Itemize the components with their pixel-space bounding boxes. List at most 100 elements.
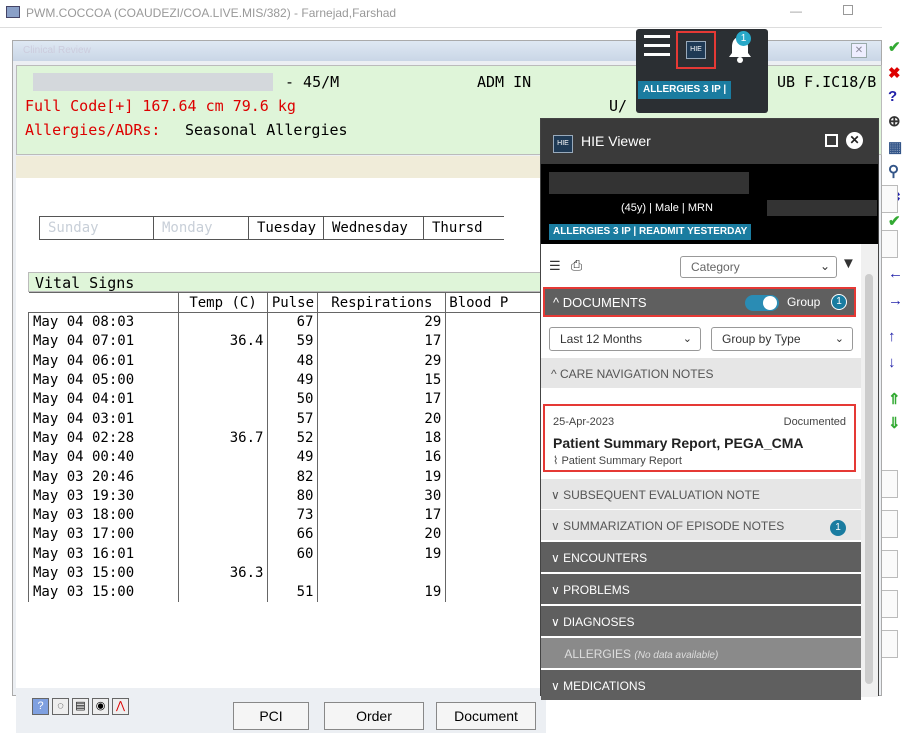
print-icon[interactable]: ⎙ [571,257,582,274]
encounters-section[interactable]: ∨ ENCOUNTERS [541,542,861,572]
maximize-icon[interactable] [825,134,838,147]
table-row[interactable]: May 03 19:30 80 30 [28,486,546,506]
chart-icon[interactable]: ⋀ [112,698,129,715]
cancel-icon[interactable]: ✖ [888,64,901,82]
table-row[interactable]: May 03 20:46 82 19 [28,466,546,487]
side-tab[interactable] [882,590,898,618]
document-card[interactable]: 25-Apr-2023 Documented Patient Summary R… [543,404,856,472]
temp-cell: 36.4 [177,331,269,352]
time-cell: May 03 18:00 [28,505,179,525]
pci-button[interactable]: PCI [233,702,309,730]
day-tab-thursday[interactable]: Thursd [424,216,504,240]
arrow-down-icon[interactable]: ↓ [888,354,896,371]
day-tab-blurred[interactable]: Sunday [39,216,154,240]
problems-section[interactable]: ∨ PROBLEMS [541,574,861,604]
globe-icon[interactable]: ◉ [92,698,109,715]
side-tab[interactable] [882,550,898,578]
table-row[interactable]: May 03 18:00 73 17 [28,505,546,525]
verify-icon[interactable]: ✔ [888,212,901,230]
help-icon[interactable]: ? [888,88,897,105]
pulse-cell: 50 [267,389,319,409]
collapse-icon[interactable]: ⇓ [888,414,901,432]
help-icon[interactable]: ? [32,698,49,715]
documents-section-header[interactable]: ^ DOCUMENTS Group 1 [543,287,856,317]
maximize-button[interactable] [843,5,853,15]
group-toggle[interactable] [745,295,779,311]
pulse-cell: 51 [267,582,319,602]
bp-cell [445,486,546,506]
arrow-right-icon[interactable]: → [888,292,903,309]
table-row[interactable]: May 04 07:01 36.4 59 17 [28,331,546,352]
side-tab[interactable] [882,630,898,658]
day-tab-wednesday[interactable]: Wednesday [324,216,424,240]
category-select[interactable]: Category ⌄ [680,256,837,278]
table-row[interactable]: May 04 08:03 67 29 [28,312,546,332]
subsequent-evaluation-section[interactable]: ∨ SUBSEQUENT EVALUATION NOTE [541,479,861,509]
menu-icon[interactable] [644,35,670,57]
pulse-cell: 49 [267,370,319,390]
mrn-redacted [767,200,877,216]
close-icon[interactable]: ✕ [846,132,863,149]
alert-pills[interactable]: ALLERGIES 3 IP | READMIT YESTERDAY [549,224,752,240]
order-button[interactable]: Order [324,702,424,730]
table-row[interactable]: May 04 02:28 36.7 52 18 [28,428,546,448]
table-row[interactable]: May 04 04:01 50 17 [28,389,546,409]
refresh-icon[interactable]: ◌ [52,698,69,715]
bp-cell [445,582,546,602]
group-by-select[interactable]: Group by Type ⌄ [711,327,853,351]
bp-cell [445,563,546,583]
table-row[interactable]: May 03 15:00 36.3 [28,563,546,583]
pulse-cell: 49 [267,447,319,467]
side-tab[interactable] [882,230,898,258]
check-icon[interactable]: ✔ [888,38,901,56]
side-tab[interactable] [882,470,898,498]
binoculars-icon[interactable]: ⊕ [888,112,901,130]
calendar-icon[interactable]: ▦ [888,138,902,156]
pulse-cell [267,563,319,583]
document-title[interactable]: Patient Summary Report, PEGA_CMA [553,435,804,451]
arrow-up-icon[interactable]: ↑ [888,328,896,345]
day-selector: Sunday Monday Tuesday Wednesday Thursd [39,216,504,240]
bp-cell [445,389,546,409]
chevron-down-icon: ⌄ [819,259,830,273]
respirations-cell: 15 [317,370,447,390]
table-row[interactable]: May 04 03:01 57 20 [28,408,546,429]
time-cell: May 04 08:03 [28,312,179,332]
date-range-select[interactable]: Last 12 Months ⌄ [549,327,701,351]
vitals-title: Vital Signs [28,272,546,292]
side-tab[interactable] [882,510,898,538]
diagnoses-section[interactable]: ∨ DIAGNOSES [541,606,861,636]
filter-icon[interactable]: ▼ [841,255,856,272]
side-tab[interactable] [882,185,898,213]
hie-viewer-header: HIE HIE Viewer ✕ [541,119,878,164]
table-row[interactable]: May 03 17:00 66 20 [28,524,546,545]
table-row[interactable]: May 04 00:40 49 16 [28,447,546,467]
expand-icon[interactable]: ⇑ [888,390,901,408]
document-button[interactable]: Document [436,702,536,730]
hie-widget: HIE 1 ALLERGIES 3 IP | [636,29,768,113]
filter-icon[interactable]: ⚲ [888,162,899,180]
arrow-left-icon[interactable]: ← [888,265,903,282]
widget-alert-pills[interactable]: ALLERGIES 3 IP | [638,81,732,99]
report-icon[interactable]: ▤ [72,698,89,715]
bell-icon[interactable]: 1 [726,31,754,63]
allergies-section: ALLERGIES (No data available) [541,638,861,668]
respirations-cell: 17 [317,331,447,352]
table-row[interactable]: May 03 15:00 51 19 [28,582,546,602]
close-icon[interactable]: ✕ [851,43,867,58]
hie-scrollbar[interactable] [861,244,878,697]
table-row[interactable]: May 03 16:01 60 19 [28,544,546,564]
table-row[interactable]: May 04 05:00 49 15 [28,370,546,390]
group-label: Group [787,295,821,309]
minimize-button[interactable]: — [790,4,802,18]
day-tab-blurred[interactable]: Monday [154,216,249,240]
hie-button[interactable]: HIE [676,31,716,69]
day-tab-tuesday[interactable]: Tuesday [249,216,324,240]
table-row[interactable]: May 04 06:01 48 29 [28,351,546,371]
bp-cell [445,428,546,448]
bp-cell [445,408,546,429]
time-cell: May 03 17:00 [28,524,179,545]
care-navigation-notes-section[interactable]: ^ CARE NAVIGATION NOTES [541,358,861,388]
list-icon[interactable]: ☰ [549,258,561,274]
summarization-section[interactable]: ∨ SUMMARIZATION OF EPISODE NOTES 1 [541,510,861,540]
